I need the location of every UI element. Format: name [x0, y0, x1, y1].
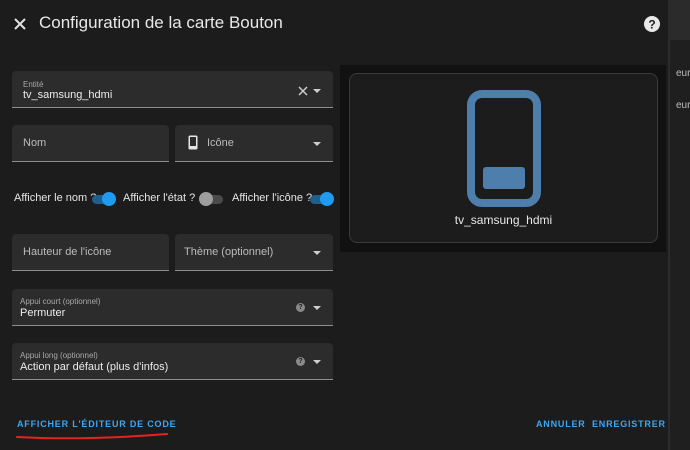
icon-height-field[interactable]: Hauteur de l'icône: [12, 234, 169, 271]
background-text: eure: [676, 68, 690, 79]
chevron-down-icon[interactable]: [313, 306, 321, 310]
tap-action-label: Appui court (optionnel): [20, 297, 101, 306]
hold-action-label: Appui long (optionnel): [20, 351, 98, 360]
show-icon-label: Afficher l'icône ?: [232, 192, 313, 204]
chevron-down-icon[interactable]: [313, 360, 321, 364]
red-underline-annotation: [16, 433, 168, 440]
show-name-toggle[interactable]: [90, 192, 116, 206]
cellphone-icon: [467, 90, 541, 207]
entity-field-value: tv_samsung_hdmi: [23, 89, 113, 101]
dialog-header: Configuration de la carte Bouton ?: [0, 0, 668, 48]
clear-icon[interactable]: [297, 85, 309, 97]
toggle-knob: [102, 192, 116, 206]
dialog-title: Configuration de la carte Bouton: [39, 13, 283, 32]
preview-entity-name: tv_samsung_hdmi: [454, 213, 553, 227]
chevron-down-icon[interactable]: [313, 251, 321, 255]
theme-field[interactable]: Thème (optionnel): [175, 234, 333, 271]
chevron-down-icon[interactable]: [313, 89, 321, 93]
name-field[interactable]: Nom: [12, 125, 169, 162]
show-state-toggle[interactable]: [199, 192, 225, 206]
icon-field-placeholder: Icône: [207, 137, 234, 149]
name-field-placeholder: Nom: [23, 137, 47, 149]
close-icon[interactable]: [10, 14, 30, 34]
show-icon-toggle[interactable]: [308, 192, 334, 206]
cellphone-icon: [188, 135, 198, 150]
chevron-down-icon[interactable]: [313, 142, 321, 146]
help-icon[interactable]: ?: [296, 303, 305, 312]
tap-action-value: Permuter: [20, 307, 66, 319]
toggle-knob: [199, 192, 213, 206]
hold-action-value: Action par défaut (plus d'infos): [20, 361, 169, 373]
help-icon[interactable]: ?: [296, 357, 305, 366]
entity-field-label: Entité: [23, 80, 44, 89]
theme-field-placeholder: Thème (optionnel): [184, 246, 274, 258]
background-text: eure: [676, 100, 690, 111]
show-state-label: Afficher l'état ?: [123, 192, 196, 204]
save-button[interactable]: ENREGISTRER: [592, 419, 666, 429]
cancel-button[interactable]: ANNULER: [536, 419, 586, 429]
help-circle-icon[interactable]: ?: [642, 14, 662, 34]
icon-field[interactable]: Icône: [175, 125, 333, 162]
toggle-knob: [320, 192, 334, 206]
show-name-label: Afficher le nom ?: [14, 192, 97, 204]
tap-action-field[interactable]: Appui court (optionnel) Permuter ?: [12, 289, 333, 326]
entity-field[interactable]: Entité tv_samsung_hdmi: [12, 71, 333, 108]
icon-height-placeholder: Hauteur de l'icône: [23, 246, 112, 258]
svg-text:?: ?: [648, 18, 655, 32]
hold-action-field[interactable]: Appui long (optionnel) Action par défaut…: [12, 343, 333, 380]
card-config-dialog: Configuration de la carte Bouton ? Entit…: [0, 0, 668, 450]
